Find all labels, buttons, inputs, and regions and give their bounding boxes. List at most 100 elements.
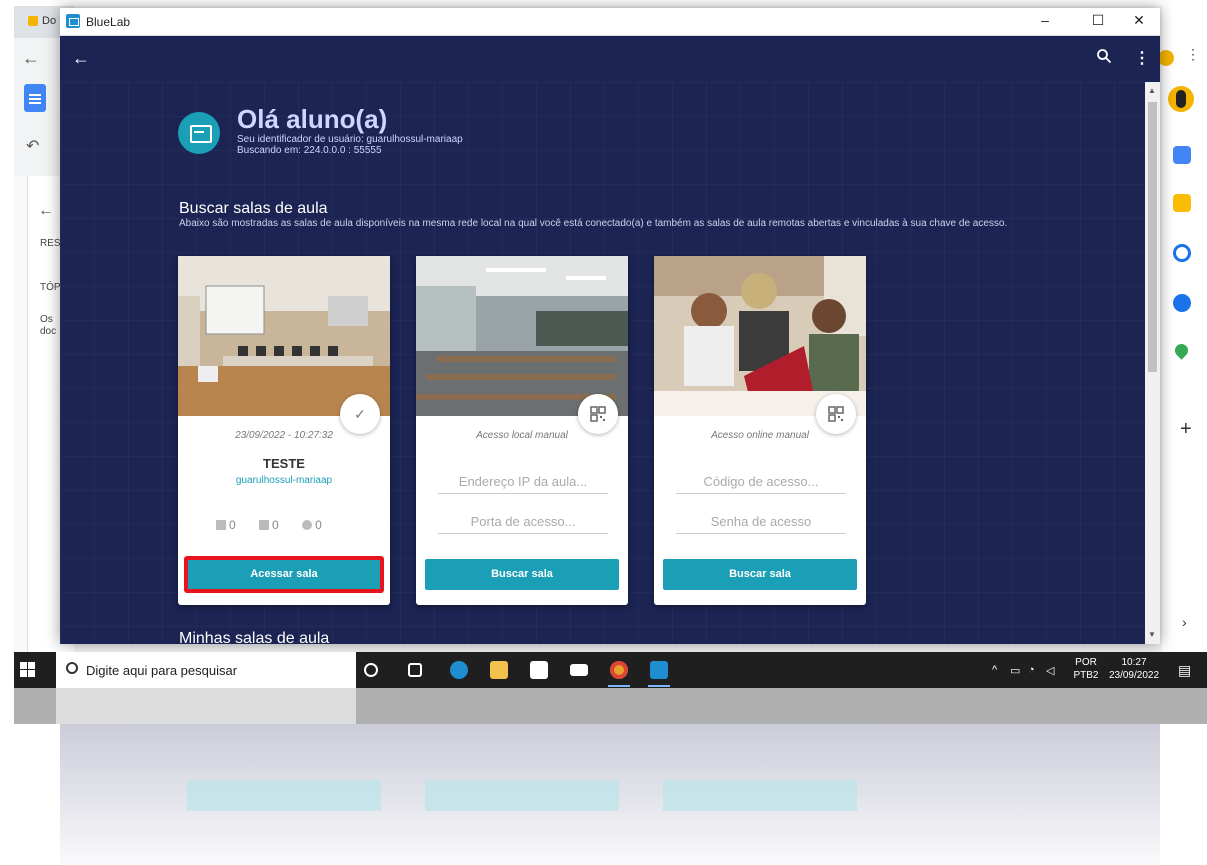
vertical-scrollbar[interactable]: ▲ ▼ bbox=[1145, 82, 1160, 644]
bluelab-logo-icon bbox=[178, 112, 220, 154]
taskbar-search-placeholder: Digite aqui para pesquisar bbox=[86, 663, 238, 678]
room-name: TESTE bbox=[263, 456, 305, 471]
start-logo-pane bbox=[20, 662, 27, 669]
chrome-active-indicator bbox=[608, 685, 630, 687]
language-code: POR bbox=[1075, 657, 1097, 668]
window-title: BlueLab bbox=[86, 15, 131, 29]
back-arrow-icon[interactable]: ← bbox=[72, 48, 90, 69]
local-access-card: Acesso local manual Endereço IP da aula.… bbox=[416, 256, 628, 605]
access-port-field[interactable]: Porta de acesso... bbox=[438, 504, 608, 534]
access-code-field[interactable]: Código de acesso... bbox=[676, 464, 846, 494]
start-logo-pane bbox=[28, 662, 35, 669]
qr-code-icon[interactable] bbox=[816, 394, 856, 434]
store-icon[interactable] bbox=[530, 661, 548, 679]
reflected-button-2 bbox=[425, 780, 619, 811]
windows-taskbar: Digite aqui para pesquisar ^ ▭ ◔ ◁ POR P… bbox=[14, 652, 1207, 688]
edge-icon[interactable] bbox=[450, 661, 468, 679]
bluelab-app-icon bbox=[66, 14, 80, 28]
calendar-icon[interactable] bbox=[1173, 146, 1191, 164]
chrome-icon[interactable] bbox=[610, 661, 628, 679]
clock-date: 23/09/2022 bbox=[1108, 670, 1160, 681]
search-icon[interactable] bbox=[1096, 48, 1112, 64]
tasks-icon[interactable] bbox=[1173, 244, 1191, 262]
keep-icon[interactable] bbox=[1173, 194, 1191, 212]
start-logo-pane bbox=[20, 670, 27, 677]
cortana-icon[interactable] bbox=[364, 663, 378, 677]
calendar-icon bbox=[216, 520, 226, 530]
clock[interactable]: 10:27 23/09/2022 bbox=[1104, 656, 1164, 682]
notifications-icon[interactable]: ▤ bbox=[1178, 662, 1191, 679]
window-titlebar: BlueLab – ☐ ✕ bbox=[60, 8, 1160, 36]
students-photo bbox=[654, 256, 866, 416]
outline-text-1: RES bbox=[40, 238, 61, 249]
profile-avatar-icon[interactable] bbox=[1158, 50, 1174, 66]
reflected-button-3 bbox=[663, 780, 857, 811]
search-address-text: Buscando em: 224.0.0.0 : 55555 bbox=[237, 145, 382, 156]
classroom-photo bbox=[416, 256, 628, 416]
task-view-icon[interactable] bbox=[408, 663, 422, 677]
screen: Do ← ↶ ← RES TÓP Os doc ⋮ + › BlueLab – … bbox=[0, 0, 1207, 865]
document-icon bbox=[259, 520, 270, 530]
mail-icon[interactable] bbox=[570, 664, 588, 676]
tray-expand-icon[interactable]: ^ bbox=[992, 664, 997, 676]
docs-favicon-icon bbox=[28, 16, 38, 27]
scroll-up-icon[interactable]: ▲ bbox=[1148, 86, 1156, 95]
more-options-icon[interactable]: ⋮ bbox=[1186, 46, 1200, 63]
users-icon bbox=[302, 520, 313, 530]
language-indicator[interactable]: POR PTB2 bbox=[1072, 656, 1100, 682]
add-addon-icon[interactable]: + bbox=[1180, 418, 1192, 441]
access-room-button[interactable]: Acessar sala bbox=[184, 556, 384, 593]
undo-icon[interactable]: ↶ bbox=[26, 136, 39, 156]
mirror-reflection bbox=[14, 688, 1207, 865]
volume-icon[interactable]: ◁ bbox=[1046, 664, 1054, 677]
highlight-box bbox=[184, 556, 384, 593]
start-logo-pane bbox=[28, 670, 35, 677]
app-bar: ← ⋮ bbox=[60, 36, 1160, 82]
bluelab-window: BlueLab – ☐ ✕ ← ⋮ Olá aluno(a) Seu ident… bbox=[60, 8, 1160, 644]
section-description: Abaixo são mostradas as salas de aula di… bbox=[179, 218, 1008, 229]
minimize-button[interactable]: – bbox=[1030, 12, 1060, 32]
contacts-icon[interactable] bbox=[1173, 294, 1191, 312]
file-explorer-icon[interactable] bbox=[490, 661, 508, 679]
close-button[interactable]: ✕ bbox=[1124, 12, 1154, 32]
start-button[interactable] bbox=[20, 662, 36, 678]
docs-logo-icon[interactable] bbox=[24, 84, 46, 112]
battery-icon[interactable]: ▭ bbox=[1010, 664, 1020, 677]
room-card-teste[interactable]: ✓ 23/09/2022 - 10:27:32 TESTE guarulhoss… bbox=[178, 256, 390, 605]
room-stats: 0 0 0 bbox=[216, 518, 366, 532]
bluelab-active-indicator bbox=[648, 685, 670, 687]
user-identifier-text: Seu identificador de usuário: guarulhoss… bbox=[237, 134, 463, 145]
maximize-button[interactable]: ☐ bbox=[1083, 12, 1113, 32]
outline-back-icon[interactable]: ← bbox=[38, 202, 54, 220]
reflected-button-1 bbox=[187, 780, 381, 811]
qr-code-icon[interactable] bbox=[578, 394, 618, 434]
ip-address-field[interactable]: Endereço IP da aula... bbox=[438, 464, 608, 494]
bluelab-taskbar-icon[interactable] bbox=[650, 661, 668, 679]
greeting-title: Olá aluno(a) bbox=[237, 104, 388, 134]
scroll-down-icon[interactable]: ▼ bbox=[1148, 630, 1156, 639]
search-room-online-button[interactable]: Buscar sala bbox=[663, 559, 857, 590]
document-stat: 0 bbox=[259, 518, 279, 532]
access-password-field[interactable]: Senha de acesso bbox=[676, 504, 846, 534]
calendar-stat: 0 bbox=[216, 518, 236, 532]
users-count: 0 bbox=[315, 518, 322, 532]
wifi-icon[interactable]: ◔ bbox=[1028, 664, 1035, 676]
calendar-count: 0 bbox=[229, 518, 236, 532]
expand-panel-icon[interactable]: › bbox=[1182, 614, 1187, 630]
clock-time: 10:27 bbox=[1121, 657, 1147, 668]
vertical-ruler bbox=[14, 176, 28, 652]
users-stat: 0 bbox=[302, 518, 322, 532]
section-title: Buscar salas de aula bbox=[179, 200, 328, 217]
outline-text-4: doc bbox=[40, 326, 57, 337]
search-room-local-button[interactable]: Buscar sala bbox=[425, 559, 619, 590]
menu-kebab-icon[interactable]: ⋮ bbox=[1134, 48, 1150, 68]
taskbar-search-box[interactable]: Digite aqui para pesquisar bbox=[56, 652, 356, 688]
connected-check-icon[interactable]: ✓ bbox=[340, 394, 380, 434]
outline-text-3: Os bbox=[40, 314, 53, 325]
scroll-thumb[interactable] bbox=[1148, 102, 1157, 372]
computer-lab-photo bbox=[178, 256, 390, 416]
account-avatar[interactable] bbox=[1168, 86, 1194, 112]
main-content: Olá aluno(a) Seu identificador de usuári… bbox=[60, 82, 1145, 644]
keyboard-layout: PTB2 bbox=[1073, 670, 1099, 681]
online-access-caption: Acesso online manual bbox=[711, 430, 809, 441]
